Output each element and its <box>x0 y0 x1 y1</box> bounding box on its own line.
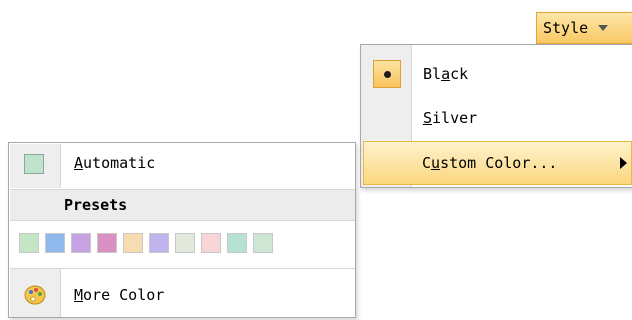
more-color-label: More Color <box>74 286 165 304</box>
style-menu: Black Silver Custom Color... <box>360 44 632 188</box>
menu-item-label: Custom Color... <box>422 154 558 172</box>
palette-icon <box>24 285 46 305</box>
style-button[interactable]: Style <box>536 12 632 44</box>
menu-item-black[interactable]: Black <box>361 53 632 95</box>
menu-item-custom-color[interactable]: Custom Color... <box>363 141 632 185</box>
presets-header: Presets <box>10 189 355 221</box>
radio-selected-icon <box>373 60 401 88</box>
submenu-arrow-icon <box>620 157 627 169</box>
preset-color-swatch[interactable] <box>201 233 221 253</box>
preset-color-swatch[interactable] <box>97 233 117 253</box>
automatic-label: Automatic <box>74 154 156 172</box>
preset-color-swatch[interactable] <box>253 233 273 253</box>
radio-dot-icon <box>383 70 391 78</box>
preset-color-swatch[interactable] <box>19 233 39 253</box>
chevron-down-icon <box>598 25 609 31</box>
preset-color-swatch[interactable] <box>123 233 143 253</box>
preset-color-swatch[interactable] <box>175 233 195 253</box>
automatic-color-swatch <box>24 154 44 174</box>
menu-item-silver[interactable]: Silver <box>361 97 632 139</box>
automatic-color-item[interactable]: Automatic <box>10 144 355 182</box>
preset-swatch-row <box>19 233 273 255</box>
more-color-item[interactable]: More Color <box>10 275 355 315</box>
preset-color-swatch[interactable] <box>149 233 169 253</box>
preset-color-swatch[interactable] <box>45 233 65 253</box>
preset-color-swatch[interactable] <box>227 233 247 253</box>
panel-divider <box>10 268 355 269</box>
menu-item-label: Black <box>423 65 469 83</box>
preset-color-swatch[interactable] <box>71 233 91 253</box>
color-panel: Automatic Presets More Color <box>8 142 356 318</box>
style-button-label: Style <box>543 19 589 37</box>
menu-item-label: Silver <box>423 109 478 127</box>
